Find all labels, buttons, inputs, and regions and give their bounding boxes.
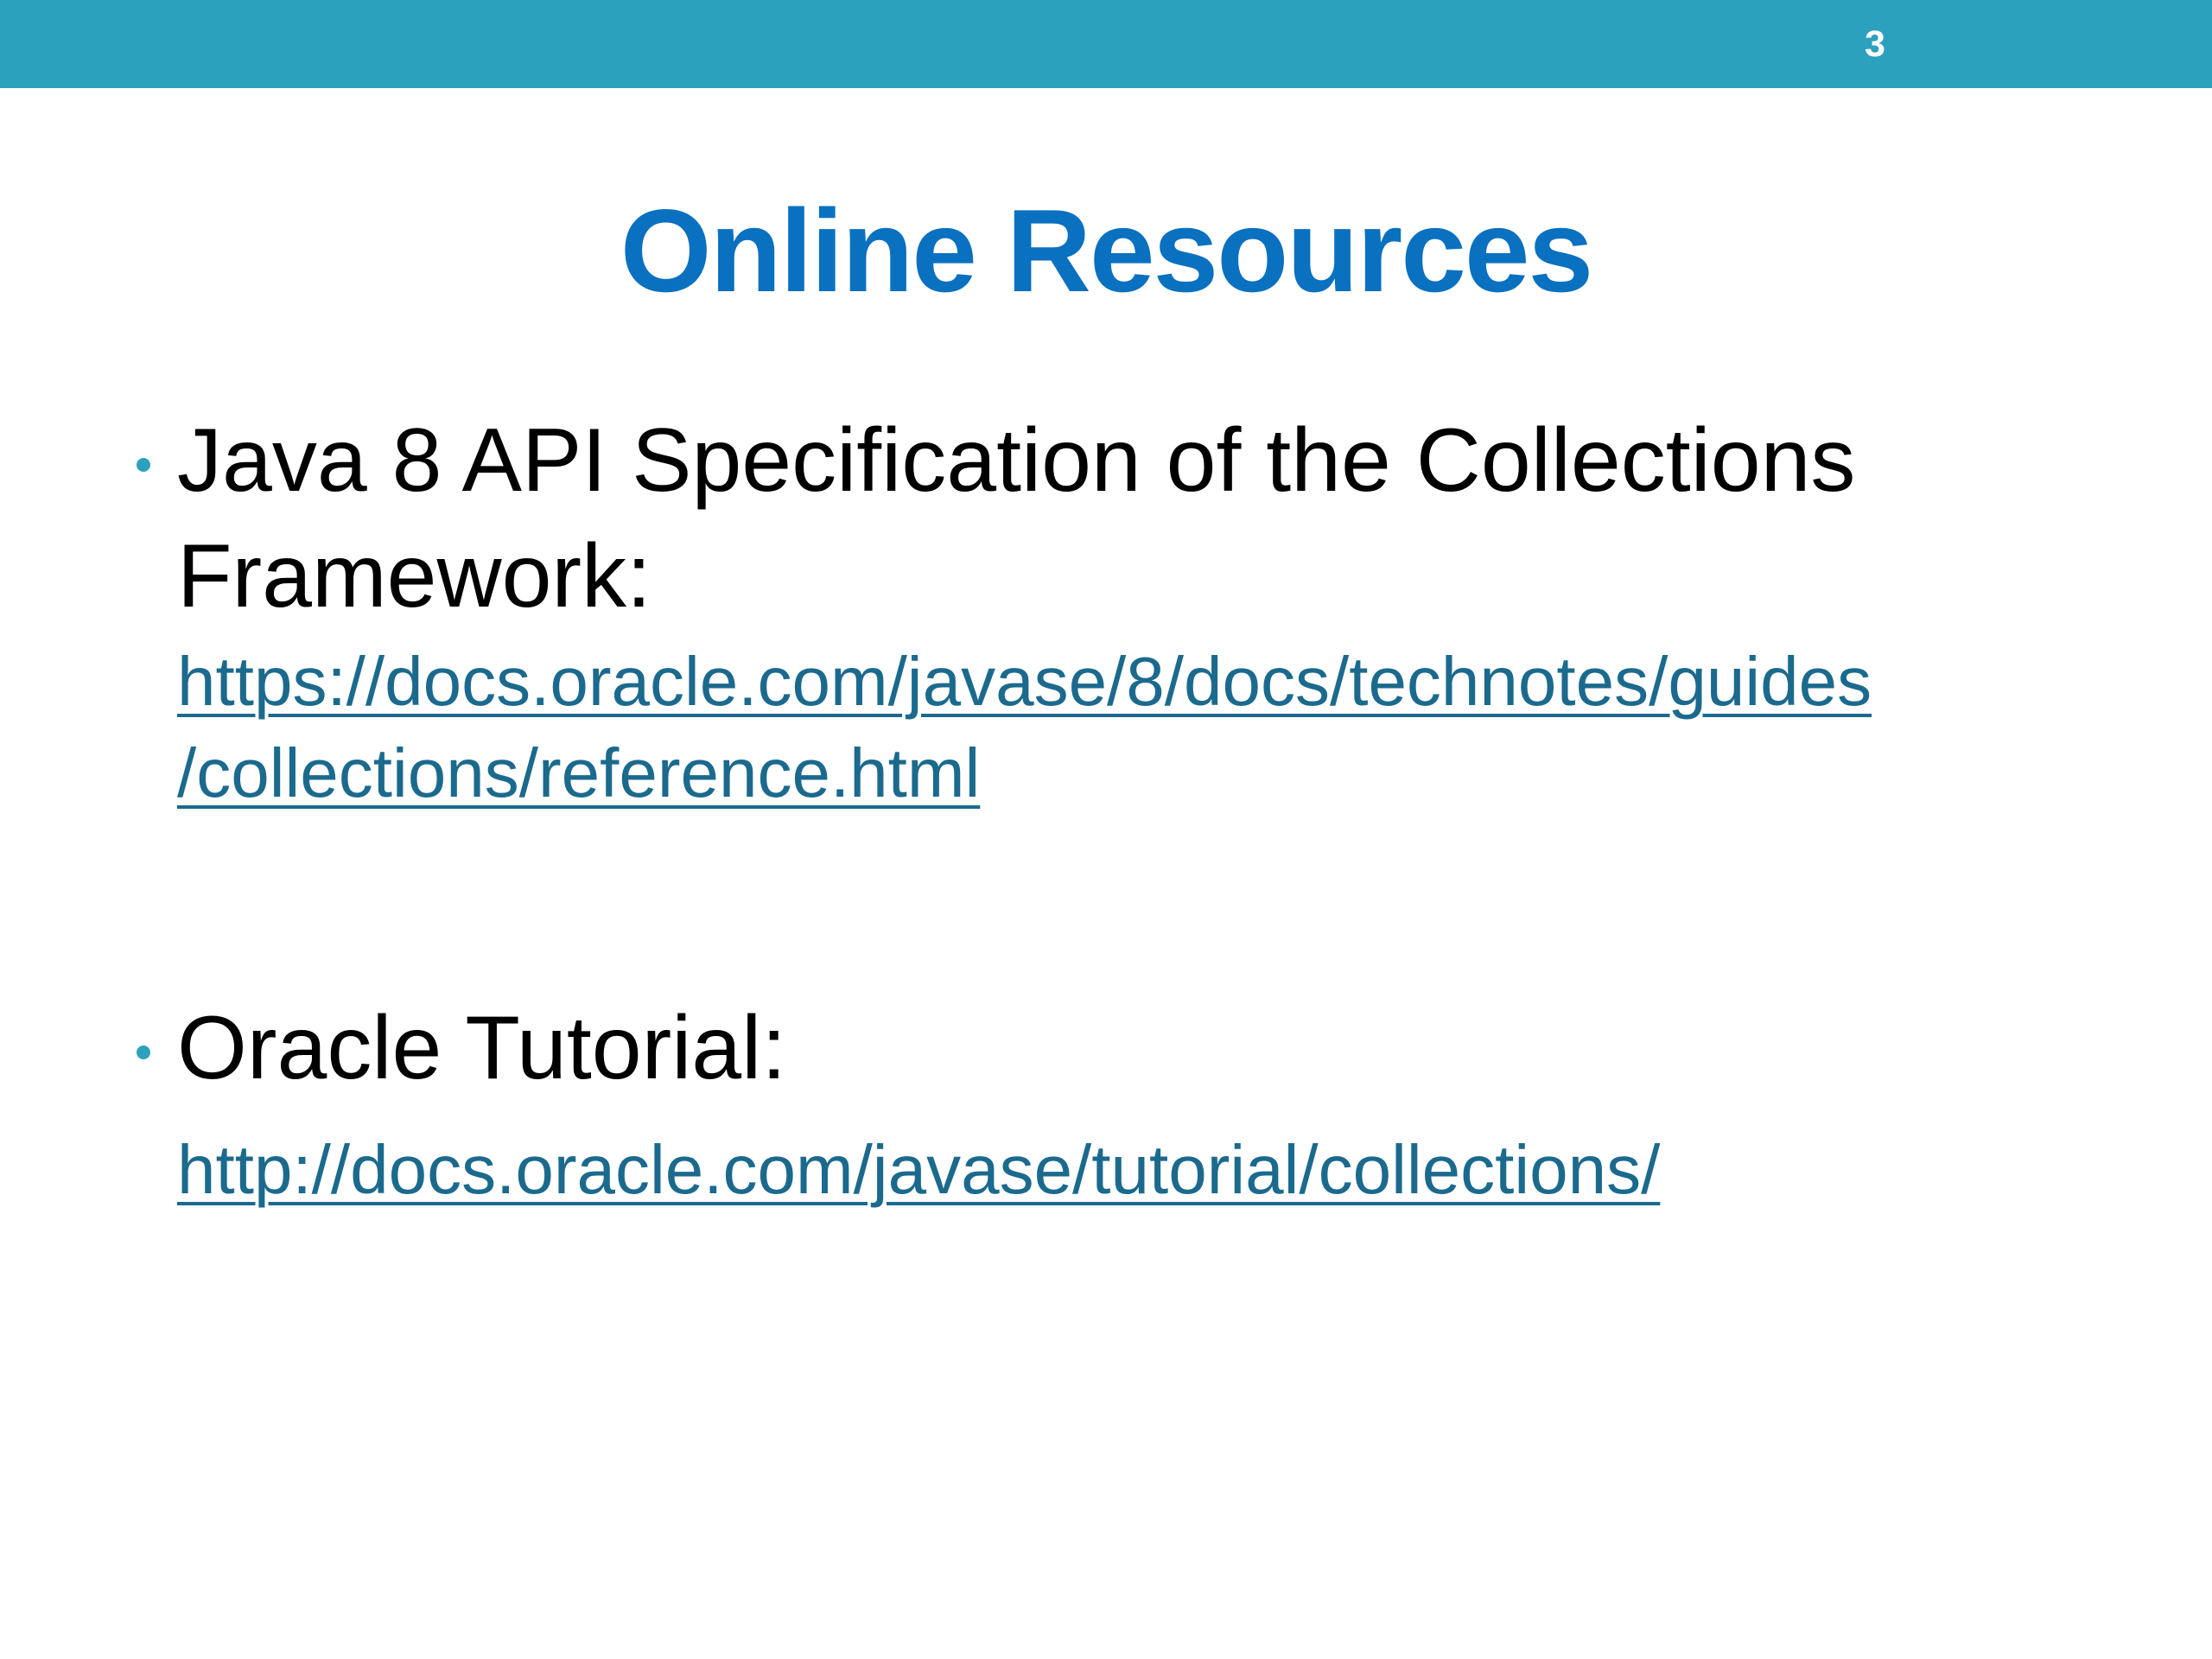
bullet-dot-icon xyxy=(137,458,150,472)
java-api-link[interactable]: https://docs.oracle.com/javase/8/docs/te… xyxy=(177,636,2164,819)
bullet-text-line: Java 8 API Specification of the Collecti… xyxy=(177,410,1856,511)
bullet-text-line: Framework: xyxy=(177,526,652,626)
bullet-text-line: Oracle Tutorial: xyxy=(177,998,787,1098)
link-text-line: http://docs.oracle.com/javase/tutorial/c… xyxy=(177,1131,1661,1208)
slide-number: 3 xyxy=(1865,23,1885,65)
link-text-line: https://docs.oracle.com/javase/8/docs/te… xyxy=(177,643,1872,720)
oracle-tutorial-link[interactable]: http://docs.oracle.com/javase/tutorial/c… xyxy=(177,1124,2164,1216)
link-text-line: /collections/reference.html xyxy=(177,734,981,811)
slide-title: Online Resources xyxy=(620,185,1593,316)
bullet-dot-icon xyxy=(137,1046,150,1059)
header-bar: 3 xyxy=(0,0,2212,88)
slide: 3 Online Resources Java 8 API Specificat… xyxy=(0,0,2212,1659)
bullet-item-java-api: Java 8 API Specification of the Collecti… xyxy=(177,403,2130,634)
bullet-item-oracle-tutorial: Oracle Tutorial: xyxy=(177,990,2130,1106)
